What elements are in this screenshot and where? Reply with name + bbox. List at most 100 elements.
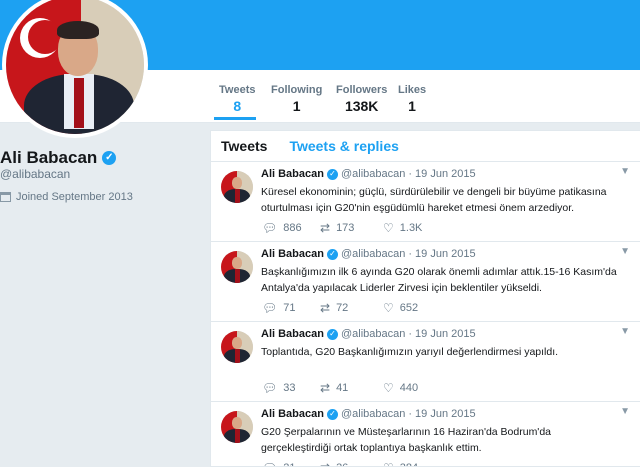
stat-tweets-label: Tweets: [219, 84, 256, 96]
reply-icon: 💬︎: [262, 301, 278, 315]
reply-count: 21: [283, 462, 295, 466]
chevron-down-icon[interactable]: ▼: [620, 326, 630, 337]
reply-icon: 💬︎: [262, 381, 278, 395]
like-button[interactable]: ♡ 652: [383, 302, 418, 314]
reply-button[interactable]: 💬︎ 33: [262, 382, 320, 394]
retweet-icon: ⇄: [320, 462, 330, 466]
tweet-header: Ali Babacan ✓ @alibabacan · 19 Jun 2015: [261, 408, 476, 420]
stat-followers[interactable]: Followers 138K: [336, 84, 387, 115]
tweet-author-handle[interactable]: @alibabacan: [341, 328, 405, 340]
chevron-down-icon[interactable]: ▼: [620, 166, 630, 177]
reply-count: 71: [283, 302, 296, 314]
reply-button[interactable]: 💬︎ 71: [262, 302, 320, 314]
tweet-author-handle[interactable]: @alibabacan: [341, 248, 405, 260]
tweet[interactable]: Ali Babacan ✓ @alibabacan · 19 Jun 2015 …: [211, 322, 640, 402]
tweet-date[interactable]: 19 Jun 2015: [415, 248, 476, 260]
verified-badge-icon: ✓: [326, 248, 338, 260]
reply-button[interactable]: 💬︎ 886: [262, 222, 320, 234]
heart-icon: ♡: [383, 301, 394, 315]
tweet-actions: 💬︎ 33 ⇄ 41 ♡ 440: [262, 382, 418, 394]
tweet-avatar[interactable]: [221, 171, 253, 203]
separator-dot: ·: [408, 248, 413, 260]
verified-badge-icon: ✓: [326, 168, 338, 180]
tweet-author-handle[interactable]: @alibabacan: [341, 168, 405, 180]
heart-icon: ♡: [383, 381, 394, 395]
retweet-count: 173: [336, 222, 355, 234]
retweet-button[interactable]: ⇄ 36: [320, 462, 383, 466]
joined-date-text: Joined September 2013: [16, 191, 133, 203]
tweet[interactable]: Ali Babacan ✓ @alibabacan · 19 Jun 2015 …: [211, 242, 640, 322]
stat-following[interactable]: Following 1: [271, 84, 322, 115]
tweet-actions: 💬︎ 886 ⇄ 173 ♡ 1.3K: [262, 222, 422, 234]
stat-following-value: 1: [292, 98, 301, 114]
heart-icon: ♡: [383, 462, 394, 466]
stat-tweets[interactable]: Tweets 8: [219, 84, 255, 115]
chevron-down-icon[interactable]: ▼: [620, 406, 630, 417]
stat-likes[interactable]: Likes 1: [398, 84, 426, 115]
heart-icon: ♡: [383, 221, 394, 235]
tweet-author-name[interactable]: Ali Babacan: [261, 168, 324, 180]
retweet-icon: ⇄: [320, 381, 331, 395]
tweet-actions: 💬︎ 71 ⇄ 72 ♡ 652: [262, 302, 418, 314]
stat-likes-value: 1: [408, 98, 416, 114]
tweet-avatar[interactable]: [221, 331, 253, 363]
retweet-button[interactable]: ⇄ 41: [320, 382, 383, 394]
tweet-header: Ali Babacan ✓ @alibabacan · 19 Jun 2015: [261, 168, 476, 180]
tweet-author-name[interactable]: Ali Babacan: [261, 248, 324, 260]
tweet-author-handle[interactable]: @alibabacan: [341, 408, 405, 420]
reply-icon: 💬︎: [262, 221, 278, 235]
tweet-header: Ali Babacan ✓ @alibabacan · 19 Jun 2015: [261, 248, 476, 260]
separator-dot: ·: [408, 408, 413, 420]
tweet-text: Toplantıda, G20 Başkanlığımızın yarıyıl …: [261, 346, 559, 358]
stat-tweets-value: 8: [233, 98, 242, 114]
tweet-date[interactable]: 19 Jun 2015: [415, 168, 476, 180]
active-stat-indicator: [214, 117, 256, 120]
tweet-date[interactable]: 19 Jun 2015: [415, 408, 476, 420]
verified-badge-icon: ✓: [326, 328, 338, 340]
retweet-icon: ⇄: [320, 221, 331, 235]
joined-date: Joined September 2013: [0, 191, 133, 203]
retweet-count: 72: [336, 302, 349, 314]
tweet-date[interactable]: 19 Jun 2015: [415, 328, 476, 340]
like-button[interactable]: ♡ 1.3K: [383, 222, 422, 234]
like-button[interactable]: ♡ 384: [383, 462, 418, 466]
tweet-text: G20 Şerpalarının ve Müsteşarlarının 16 H…: [261, 426, 551, 454]
tab-tweets[interactable]: Tweets: [221, 138, 267, 154]
tweet-text: Küresel ekonominin; güçlü, sürdürülebili…: [261, 186, 607, 214]
retweet-button[interactable]: ⇄ 173: [320, 222, 383, 234]
like-count: 1.3K: [399, 222, 423, 234]
reply-count: 33: [283, 382, 296, 394]
tweet[interactable]: Ali Babacan ✓ @alibabacan · 19 Jun 2015 …: [211, 162, 640, 242]
tweet-author-name[interactable]: Ali Babacan: [261, 408, 324, 420]
tweet-author-name[interactable]: Ali Babacan: [261, 328, 324, 340]
separator-dot: ·: [408, 328, 413, 340]
retweet-count: 36: [336, 462, 348, 466]
tweet-avatar[interactable]: [221, 411, 253, 443]
like-count: 440: [399, 382, 419, 394]
stat-likes-label: Likes: [398, 84, 427, 96]
profile-avatar[interactable]: [2, 0, 148, 138]
retweet-button[interactable]: ⇄ 72: [320, 302, 383, 314]
like-count: 652: [399, 302, 419, 314]
profile-handle[interactable]: @alibabacan: [0, 167, 70, 181]
tweet-timeline: Tweets Tweets & replies Ali Babacan ✓ @a…: [210, 130, 640, 467]
tweet-text: Başkanlığımızın ilk 6 ayında G20 olarak …: [261, 266, 617, 294]
chevron-down-icon[interactable]: ▼: [620, 246, 630, 257]
profile-name: Ali Babacan ✓: [0, 148, 117, 168]
tweet-avatar[interactable]: [221, 251, 253, 283]
tweet-header: Ali Babacan ✓ @alibabacan · 19 Jun 2015: [261, 328, 476, 340]
stat-followers-label: Followers: [336, 84, 388, 96]
retweet-icon: ⇄: [320, 301, 331, 315]
tweet-actions: 💬︎ 21 ⇄ 36 ♡ 384: [262, 462, 418, 466]
like-button[interactable]: ♡ 440: [383, 382, 418, 394]
reply-button[interactable]: 💬︎ 21: [262, 462, 320, 466]
stat-following-label: Following: [271, 84, 323, 96]
stat-followers-value: 138K: [344, 98, 379, 114]
tab-tweets-and-replies[interactable]: Tweets & replies: [289, 138, 398, 154]
tweet[interactable]: Ali Babacan ✓ @alibabacan · 19 Jun 2015 …: [211, 402, 640, 466]
reply-count: 886: [283, 222, 302, 234]
calendar-icon: [0, 192, 11, 202]
reply-icon: 💬︎: [262, 462, 277, 466]
like-count: 384: [400, 462, 418, 466]
separator-dot: ·: [408, 168, 413, 180]
